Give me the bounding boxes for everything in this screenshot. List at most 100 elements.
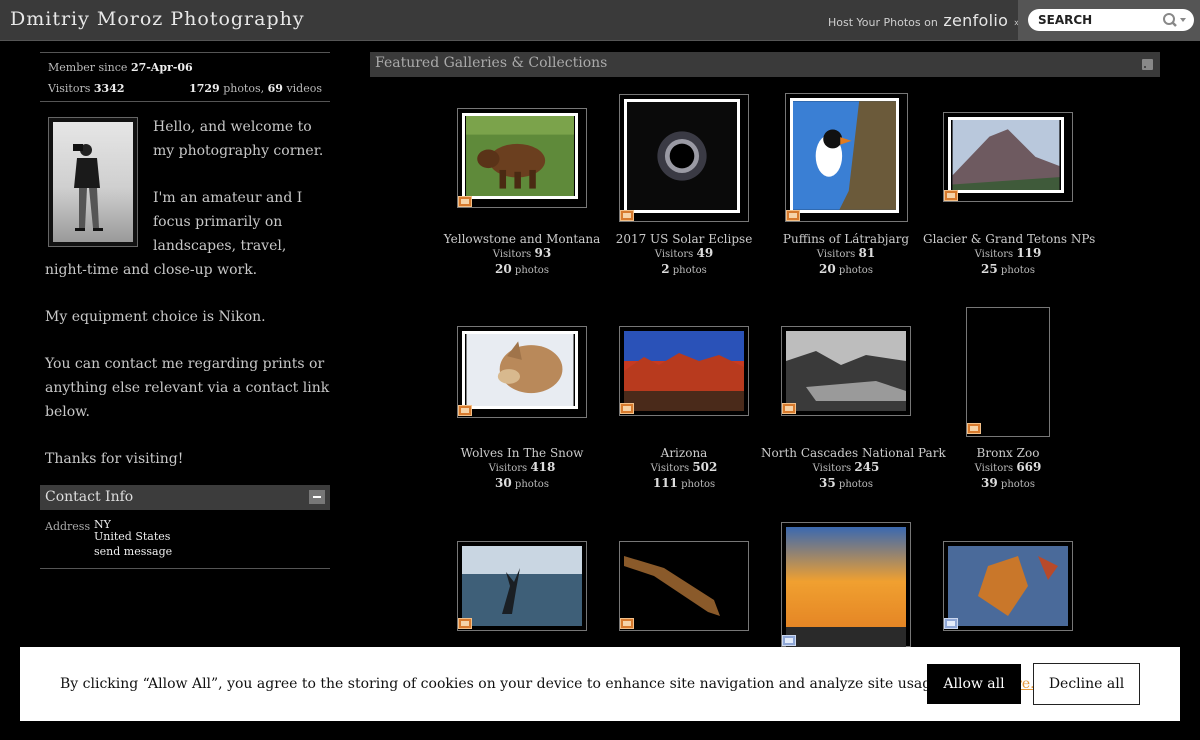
allow-all-button[interactable]: Allow all	[927, 664, 1021, 704]
gallery-visitors: 81	[858, 246, 876, 260]
search-icon[interactable]	[1160, 11, 1188, 29]
gallery-icon	[458, 618, 472, 629]
gallery-caption: Arizona Visitors 502 111 photos	[599, 446, 769, 492]
gallery-caption: Puffins of Látrabjarg Visitors 81 20 pho…	[761, 232, 931, 278]
photos-label: photos,	[223, 82, 265, 95]
collapse-icon[interactable]	[309, 490, 325, 504]
gallery-icon	[782, 403, 796, 414]
gallery-visitors: 669	[1016, 460, 1042, 474]
gallery-photos: 2	[661, 262, 670, 276]
profile-stats: Member since 27-Apr-06 Visitors 3342 172…	[40, 52, 330, 102]
gallery-icon	[458, 196, 472, 207]
gallery-photos: 25	[981, 262, 998, 276]
gallery-icon	[944, 190, 958, 201]
gallery-icon	[967, 423, 981, 434]
bear-photo	[462, 113, 578, 199]
address-label: Address	[45, 520, 91, 533]
bio-paragraph: My equipment choice is Nikon.	[45, 309, 266, 325]
member-since-value: 27-Apr-06	[130, 61, 193, 74]
gallery-thumbnail-sunset[interactable]	[781, 522, 911, 648]
rss-icon[interactable]	[1142, 59, 1153, 70]
bio-paragraph: You can contact me regarding prints or a…	[45, 356, 330, 420]
gallery-caption: Yellowstone and Montana Visitors 93 20 p…	[437, 232, 607, 278]
gallery-title[interactable]: Yellowstone and Montana	[437, 232, 607, 246]
gallery-caption: 2017 US Solar Eclipse Visitors 49 2 phot…	[599, 232, 769, 278]
gallery-caption: Bronx Zoo Visitors 669 39 photos	[923, 446, 1093, 492]
gallery-thumbnail-bronx-zoo[interactable]	[966, 307, 1050, 437]
contact-info-title: Contact Info	[45, 489, 134, 505]
zenfolio-logo: zenfolio	[943, 11, 1009, 30]
gallery-icon	[620, 403, 634, 414]
gallery-title[interactable]: 2017 US Solar Eclipse	[599, 232, 769, 246]
gallery-photos: 20	[819, 262, 836, 276]
gallery-visitors: 245	[854, 460, 880, 474]
bridge-sunset-photo	[786, 527, 906, 648]
videos-label: videos	[286, 82, 322, 95]
leaf-photo	[948, 546, 1068, 626]
gallery-thumbnail-eclipse[interactable]	[619, 94, 749, 222]
gallery-title[interactable]: Puffins of Látrabjarg	[761, 232, 931, 246]
search-input[interactable]	[1038, 12, 1158, 28]
arizona-photo	[624, 331, 744, 411]
site-title[interactable]: Dmitriy Moroz Photography	[10, 8, 305, 30]
gallery-photos: 35	[819, 476, 836, 490]
gallery-visitors: 119	[1016, 246, 1042, 260]
gallery-icon	[944, 618, 958, 629]
whale-tail-photo	[462, 546, 582, 626]
gallery-thumbnail-north-cascades[interactable]	[781, 326, 911, 416]
puffin-photo	[790, 98, 899, 213]
gallery-photos: 39	[981, 476, 998, 490]
gallery-title[interactable]: North Cascades National Park	[761, 446, 946, 460]
gallery-icon	[620, 210, 634, 221]
gallery-title[interactable]: Arizona	[599, 446, 769, 460]
gallery-thumbnail-whale[interactable]	[457, 541, 587, 631]
gallery-thumbnail-crocodile[interactable]	[619, 541, 749, 631]
gallery-title[interactable]: Glacier & Grand Tetons NPs	[923, 232, 1095, 246]
gallery-photos: 20	[495, 262, 512, 276]
gallery-thumbnail-yellowstone[interactable]	[457, 108, 587, 208]
gallery-visitors: 49	[696, 246, 714, 260]
host-promo-link[interactable]: Host Your Photos on zenfolio »	[828, 11, 1020, 30]
bio-text: Hello, and welcome to my photography cor…	[45, 115, 330, 494]
gallery-thumbnail-arizona[interactable]	[619, 326, 749, 416]
gallery-title[interactable]: Wolves In The Snow	[437, 446, 607, 460]
featured-header: Featured Galleries & Collections	[370, 52, 1160, 77]
lake-photo	[786, 331, 906, 411]
gallery-visitors: 502	[692, 460, 718, 474]
contact-info-header[interactable]: Contact Info	[40, 485, 330, 510]
gallery-icon	[620, 618, 634, 629]
gallery-photos: 30	[495, 476, 512, 490]
gallery-caption: Glacier & Grand Tetons NPs Visitors 119 …	[923, 232, 1096, 276]
gallery-caption: Wolves In The Snow Visitors 418 30 photo…	[437, 446, 607, 492]
crocodile-photo	[624, 546, 744, 626]
gallery-thumbnail-leaf[interactable]	[943, 541, 1073, 631]
search-area	[1018, 0, 1200, 41]
gallery-visitors: 418	[530, 460, 556, 474]
cookie-banner: By clicking “Allow All”, you agree to th…	[20, 647, 1180, 721]
top-bar: Dmitriy Moroz Photography Host Your Phot…	[0, 0, 1200, 41]
gallery-thumbnail-puffins[interactable]	[785, 93, 908, 222]
wolf-photo	[462, 331, 578, 409]
videos-count: 69	[267, 82, 283, 95]
host-text: Host Your Photos on	[828, 16, 938, 29]
eclipse-photo	[624, 99, 740, 213]
visitors-label: Visitors	[48, 82, 91, 95]
gallery-thumbnail-wolves[interactable]	[457, 326, 587, 418]
search-box	[1028, 9, 1194, 31]
send-message-link[interactable]: send message	[94, 545, 172, 558]
gallery-visitors: 93	[534, 246, 552, 260]
visitors-value: 3342	[93, 82, 125, 95]
photos-count: 1729	[189, 82, 220, 95]
gallery-thumbnail-glacier[interactable]	[943, 112, 1073, 202]
decline-all-button[interactable]: Decline all	[1033, 663, 1140, 705]
gallery-icon	[782, 635, 796, 646]
contact-info-body: Address NY United States send message	[40, 510, 330, 569]
featured-title: Featured Galleries & Collections	[375, 55, 608, 71]
profile-column: Member since 27-Apr-06 Visitors 3342 172…	[40, 52, 330, 569]
gallery-title[interactable]: Bronx Zoo	[923, 446, 1093, 460]
member-since-label: Member since	[48, 61, 128, 74]
cookie-text: By clicking “Allow All”, you agree to th…	[60, 676, 944, 692]
address-country: United States	[94, 530, 171, 543]
gallery-caption: North Cascades National Park Visitors 24…	[761, 446, 946, 490]
gallery-icon	[786, 210, 800, 221]
